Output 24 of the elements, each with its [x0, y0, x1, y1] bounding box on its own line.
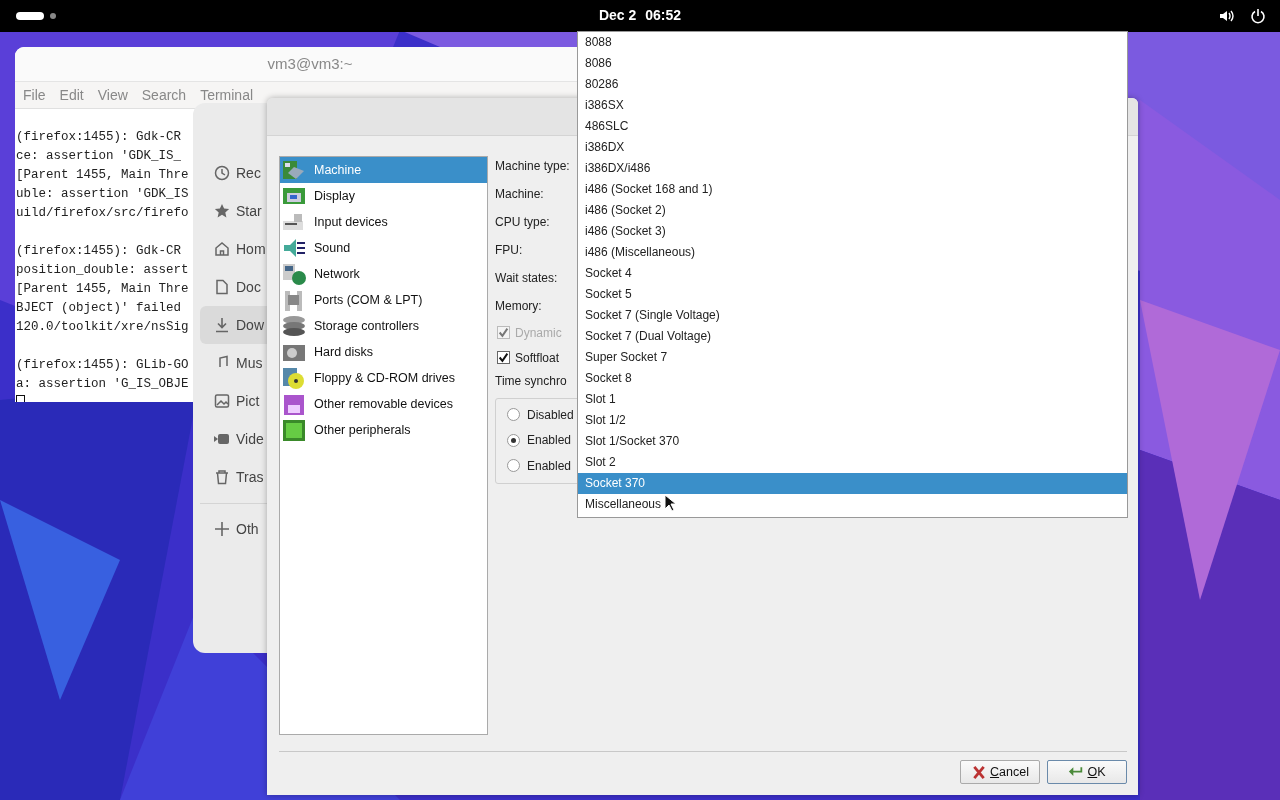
terminal-line: a: assertion 'G_IS_OBJE [16, 376, 189, 393]
terminal-line: position_double: assert [16, 262, 189, 279]
terminal-line: (firefox:1455): GLib-GO [16, 357, 189, 374]
terminal-line: (firefox:1455): Gdk-CR [16, 243, 182, 260]
terminal-line: ce: assertion 'GDK_IS_ [16, 148, 182, 165]
radio-label: Disabled [527, 407, 574, 422]
checkbox-label: Dynamic [515, 325, 562, 340]
field-label: Machine: [495, 187, 544, 201]
field-label: FPU: [495, 243, 523, 257]
terminal-line: (firefox:1455): Gdk-CR [16, 129, 182, 146]
terminal-line: [Parent 1455, Main Thre [16, 167, 189, 184]
field-label: CPU type: [495, 215, 550, 229]
radio-label: Enabled [527, 433, 572, 448]
terminal-line: [Parent 1455, Main Thre [16, 281, 189, 298]
terminal-line: uild/firefox/src/firefo [16, 205, 189, 222]
field-label: Wait states: [495, 271, 558, 285]
terminal-line: BJECT (object)' failed [16, 300, 182, 317]
field-label: Memory: [495, 299, 542, 313]
checkbox-label: Softfloat [515, 350, 560, 365]
terminal-line: uble: assertion 'GDK_IS [16, 186, 189, 203]
radio-label: Enabled [527, 458, 572, 473]
field-label: Machine type: [495, 159, 570, 173]
group-title: Time synchro [495, 373, 567, 390]
terminal-line: 120.0/toolkit/xre/nsSig [16, 319, 189, 336]
